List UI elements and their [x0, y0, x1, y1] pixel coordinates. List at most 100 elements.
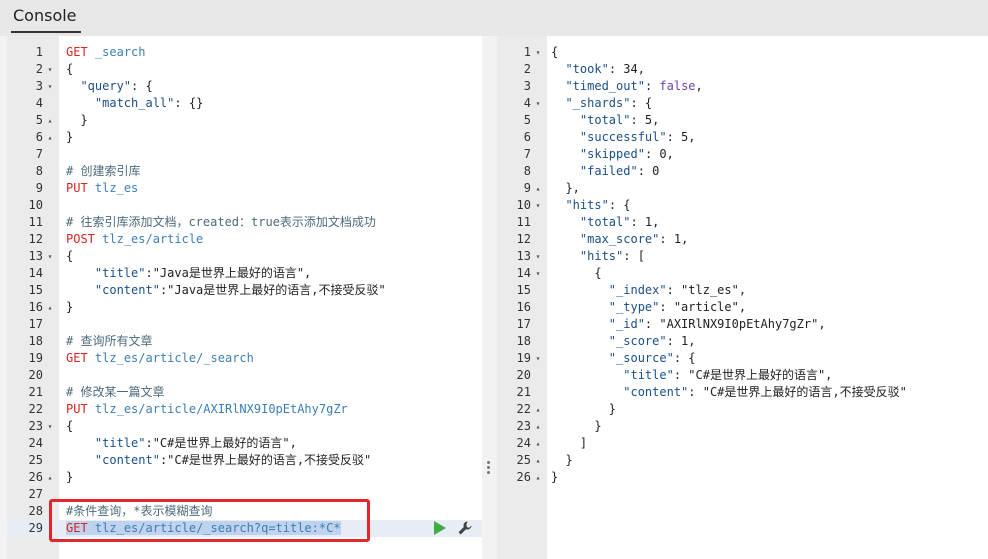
editor-line[interactable]: 23 ▾ {: [7, 418, 482, 435]
code-token: "title": [623, 368, 674, 382]
output-line[interactable]: 15 "_index": "tlz_es",: [497, 282, 988, 299]
editor-line[interactable]: 15 "content":"Java是世界上最好的语言,不接受反驳": [7, 282, 482, 299]
editor-line[interactable]: 16 ▴}: [7, 299, 482, 316]
editor-line[interactable]: 22 PUT tlz_es/article/AXIRlNX9I0pEtAhy7gZ…: [7, 401, 482, 418]
fold-toggle-icon[interactable]: ▴: [45, 469, 55, 486]
fold-toggle-icon[interactable]: ▴: [45, 299, 55, 316]
output-line[interactable]: 23 ▴ }: [497, 418, 988, 435]
drag-handle-icon[interactable]: [487, 461, 490, 475]
output-line[interactable]: 24 ▴ ]: [497, 435, 988, 452]
code-text: {: [551, 44, 558, 61]
editor-line[interactable]: 5 ▴ }: [7, 112, 482, 129]
fold-toggle-icon[interactable]: ▴: [45, 112, 55, 129]
output-line[interactable]: 21 "content": "C#是世界上最好的语言,不接受反驳": [497, 384, 988, 401]
fold-toggle-icon[interactable]: ▴: [533, 418, 543, 435]
editor-line[interactable]: 9 PUT tlz_es: [7, 180, 482, 197]
code-text: }: [66, 299, 73, 316]
editor-line[interactable]: 1 GET _search: [7, 44, 482, 61]
wrench-icon[interactable]: [457, 520, 473, 536]
editor-line[interactable]: 24 "title":"C#是世界上最好的语言",: [7, 435, 482, 452]
editor-line[interactable]: 26 ▴}: [7, 469, 482, 486]
output-line[interactable]: 11 "total": 1,: [497, 214, 988, 231]
code-token: : 5,: [630, 113, 660, 127]
output-line[interactable]: 1 ▾ {: [497, 44, 988, 61]
fold-toggle-icon[interactable]: ▴: [533, 401, 543, 418]
editor-line[interactable]: 18 # 查询所有文章: [7, 333, 482, 350]
fold-toggle-icon[interactable]: ▾: [533, 265, 543, 282]
output-line[interactable]: 10 ▾ "hits": {: [497, 197, 988, 214]
code-token: "hits": [565, 198, 609, 212]
fold-toggle-icon[interactable]: ▾: [45, 61, 55, 78]
output-line[interactable]: 5 "total": 5,: [497, 112, 988, 129]
fold-toggle-icon[interactable]: ▾: [45, 248, 55, 265]
editor-line[interactable]: 7: [7, 146, 482, 163]
code-text: }: [66, 129, 73, 146]
tab-console[interactable]: Console: [0, 0, 86, 36]
editor-line[interactable]: 11 # 往索引库添加文档，created：true表示添加文档成功: [7, 214, 482, 231]
line-number: 23: [28, 419, 43, 433]
code-token: "_source": [608, 351, 674, 365]
fold-toggle-icon[interactable]: ▾: [533, 44, 543, 61]
fold-toggle-icon[interactable]: ▴: [533, 180, 543, 197]
editor-line[interactable]: 21 # 修改某一篇文章: [7, 384, 482, 401]
editor-line[interactable]: 6 ▴}: [7, 129, 482, 146]
output-line[interactable]: 20 "title": "C#是世界上最好的语言",: [497, 367, 988, 384]
output-line[interactable]: 16 "_type": "article",: [497, 299, 988, 316]
output-line[interactable]: 8 "failed": 0: [497, 163, 988, 180]
fold-toggle-icon[interactable]: ▾: [533, 197, 543, 214]
response-output[interactable]: 1 ▾{2 "took": 34, 3 "timed_out": false, 4 ▾ …: [497, 36, 988, 559]
output-line[interactable]: 13 ▾ "hits": [: [497, 248, 988, 265]
line-number: 1: [523, 45, 531, 59]
output-line[interactable]: 9 ▴ },: [497, 180, 988, 197]
editor-line[interactable]: 3 ▾ "query": {: [7, 78, 482, 95]
output-line[interactable]: 3 "timed_out": false,: [497, 78, 988, 95]
output-line[interactable]: 12 "max_score": 1,: [497, 231, 988, 248]
output-line[interactable]: 2 "took": 34,: [497, 61, 988, 78]
editor-line[interactable]: 13 ▾ {: [7, 248, 482, 265]
output-line[interactable]: 25 ▴ }: [497, 452, 988, 469]
output-line[interactable]: 26 ▴}: [497, 469, 988, 486]
output-line[interactable]: 19 ▾ "_source": {: [497, 350, 988, 367]
fold-toggle-icon[interactable]: ▴: [533, 435, 543, 452]
fold-toggle-icon[interactable]: ▾: [45, 418, 55, 435]
play-icon[interactable]: [434, 521, 446, 535]
editor-line[interactable]: 12 POST tlz_es/article: [7, 231, 482, 248]
fold-toggle-icon[interactable]: ▾: [533, 350, 543, 367]
request-editor[interactable]: 1 GET _search 2 ▾{3 ▾ "query": {4 "match_all…: [7, 36, 482, 559]
code-token: }: [551, 470, 559, 484]
output-line[interactable]: 17 "_id": "AXIRlNX9I0pEtAhy7gZr",: [497, 316, 988, 333]
code-text: PUT tlz_es/article/AXIRlNX9I0pEtAhy7gZr: [66, 401, 348, 418]
output-line[interactable]: 6 "successful": 5,: [497, 129, 988, 146]
editor-line[interactable]: 10: [7, 197, 482, 214]
code-token: : "C#是世界上最好的语言,不接受反驳": [688, 385, 907, 399]
editor-line[interactable]: 19 GET tlz_es/article/_search: [7, 350, 482, 367]
output-line[interactable]: 18 "_score": 1,: [497, 333, 988, 350]
output-line[interactable]: 7 "skipped": 0,: [497, 146, 988, 163]
output-line[interactable]: 14 ▾ {: [497, 265, 988, 282]
editor-line[interactable]: 8 # 创建索引库: [7, 163, 482, 180]
editor-line[interactable]: 20: [7, 367, 482, 384]
output-line[interactable]: 4 ▾ "_shards": {: [497, 95, 988, 112]
fold-toggle-icon[interactable]: ▾: [533, 95, 543, 112]
editor-line[interactable]: 14 "title":"Java是世界上最好的语言",: [7, 265, 482, 282]
fold-toggle-icon[interactable]: ▴: [533, 452, 543, 469]
editor-line[interactable]: 17: [7, 316, 482, 333]
editor-line[interactable]: 4 "match_all": {}: [7, 95, 482, 112]
output-line[interactable]: 22 ▴ }: [497, 401, 988, 418]
fold-toggle-icon[interactable]: ▴: [533, 469, 543, 486]
line-number: 15: [516, 283, 531, 297]
fold-toggle-icon[interactable]: ▴: [45, 129, 55, 146]
code-token: :"C#是世界上最好的语言",: [145, 436, 297, 450]
line-number: 28: [28, 504, 43, 518]
fold-toggle-icon[interactable]: ▾: [533, 248, 543, 265]
fold-toggle-icon[interactable]: ▾: [45, 78, 55, 95]
editor-line[interactable]: 2 ▾ {: [7, 61, 482, 78]
editor-line[interactable]: 25 "content":"C#是世界上最好的语言,不接受反驳": [7, 452, 482, 469]
pane-resizer[interactable]: [482, 36, 497, 559]
